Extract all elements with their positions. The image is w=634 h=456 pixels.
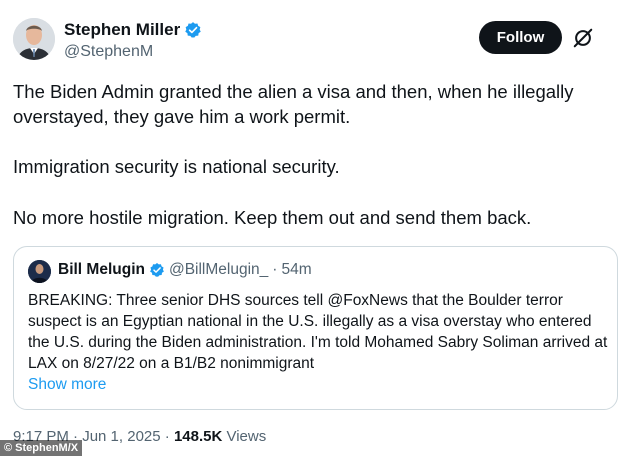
- tweet-paragraph: The Biden Admin granted the alien a visa…: [13, 81, 574, 127]
- views-count: 148.5K: [173, 428, 223, 445]
- show-more-link[interactable]: Show more: [28, 376, 106, 394]
- grok-icon[interactable]: [572, 27, 594, 49]
- follow-button[interactable]: Follow: [479, 21, 562, 54]
- quoted-author-handle[interactable]: @BillMelugin_: [169, 261, 268, 279]
- author-handle[interactable]: @StephenM: [64, 43, 153, 61]
- quoted-author-name[interactable]: Bill Melugin: [58, 261, 145, 279]
- meta-separator: ·: [164, 428, 170, 445]
- tweet-paragraph: No more hostile migration. Keep them out…: [13, 207, 532, 228]
- quoted-tweet-card[interactable]: Bill Melugin @BillMelugin_ · 54m BREAKIN…: [13, 246, 618, 410]
- quoted-tweet-header: Bill Melugin @BillMelugin_ · 54m: [58, 261, 312, 279]
- author-name-row: Stephen Miller: [64, 20, 202, 40]
- author-avatar[interactable]: [13, 18, 55, 60]
- tweet-paragraph: Immigration security is national securit…: [13, 156, 340, 177]
- views-label: Views: [226, 428, 267, 445]
- quoted-author-avatar[interactable]: [28, 260, 51, 283]
- author-name[interactable]: Stephen Miller: [64, 20, 180, 40]
- verified-badge-icon: [184, 21, 202, 39]
- image-credit: © StephenM/X: [0, 440, 83, 456]
- meta-separator: ·: [272, 261, 278, 278]
- quoted-tweet-time[interactable]: 54m: [281, 261, 311, 279]
- quoted-tweet-text: BREAKING: Three senior DHS sources tell …: [28, 292, 608, 372]
- verified-badge-icon: [149, 262, 165, 278]
